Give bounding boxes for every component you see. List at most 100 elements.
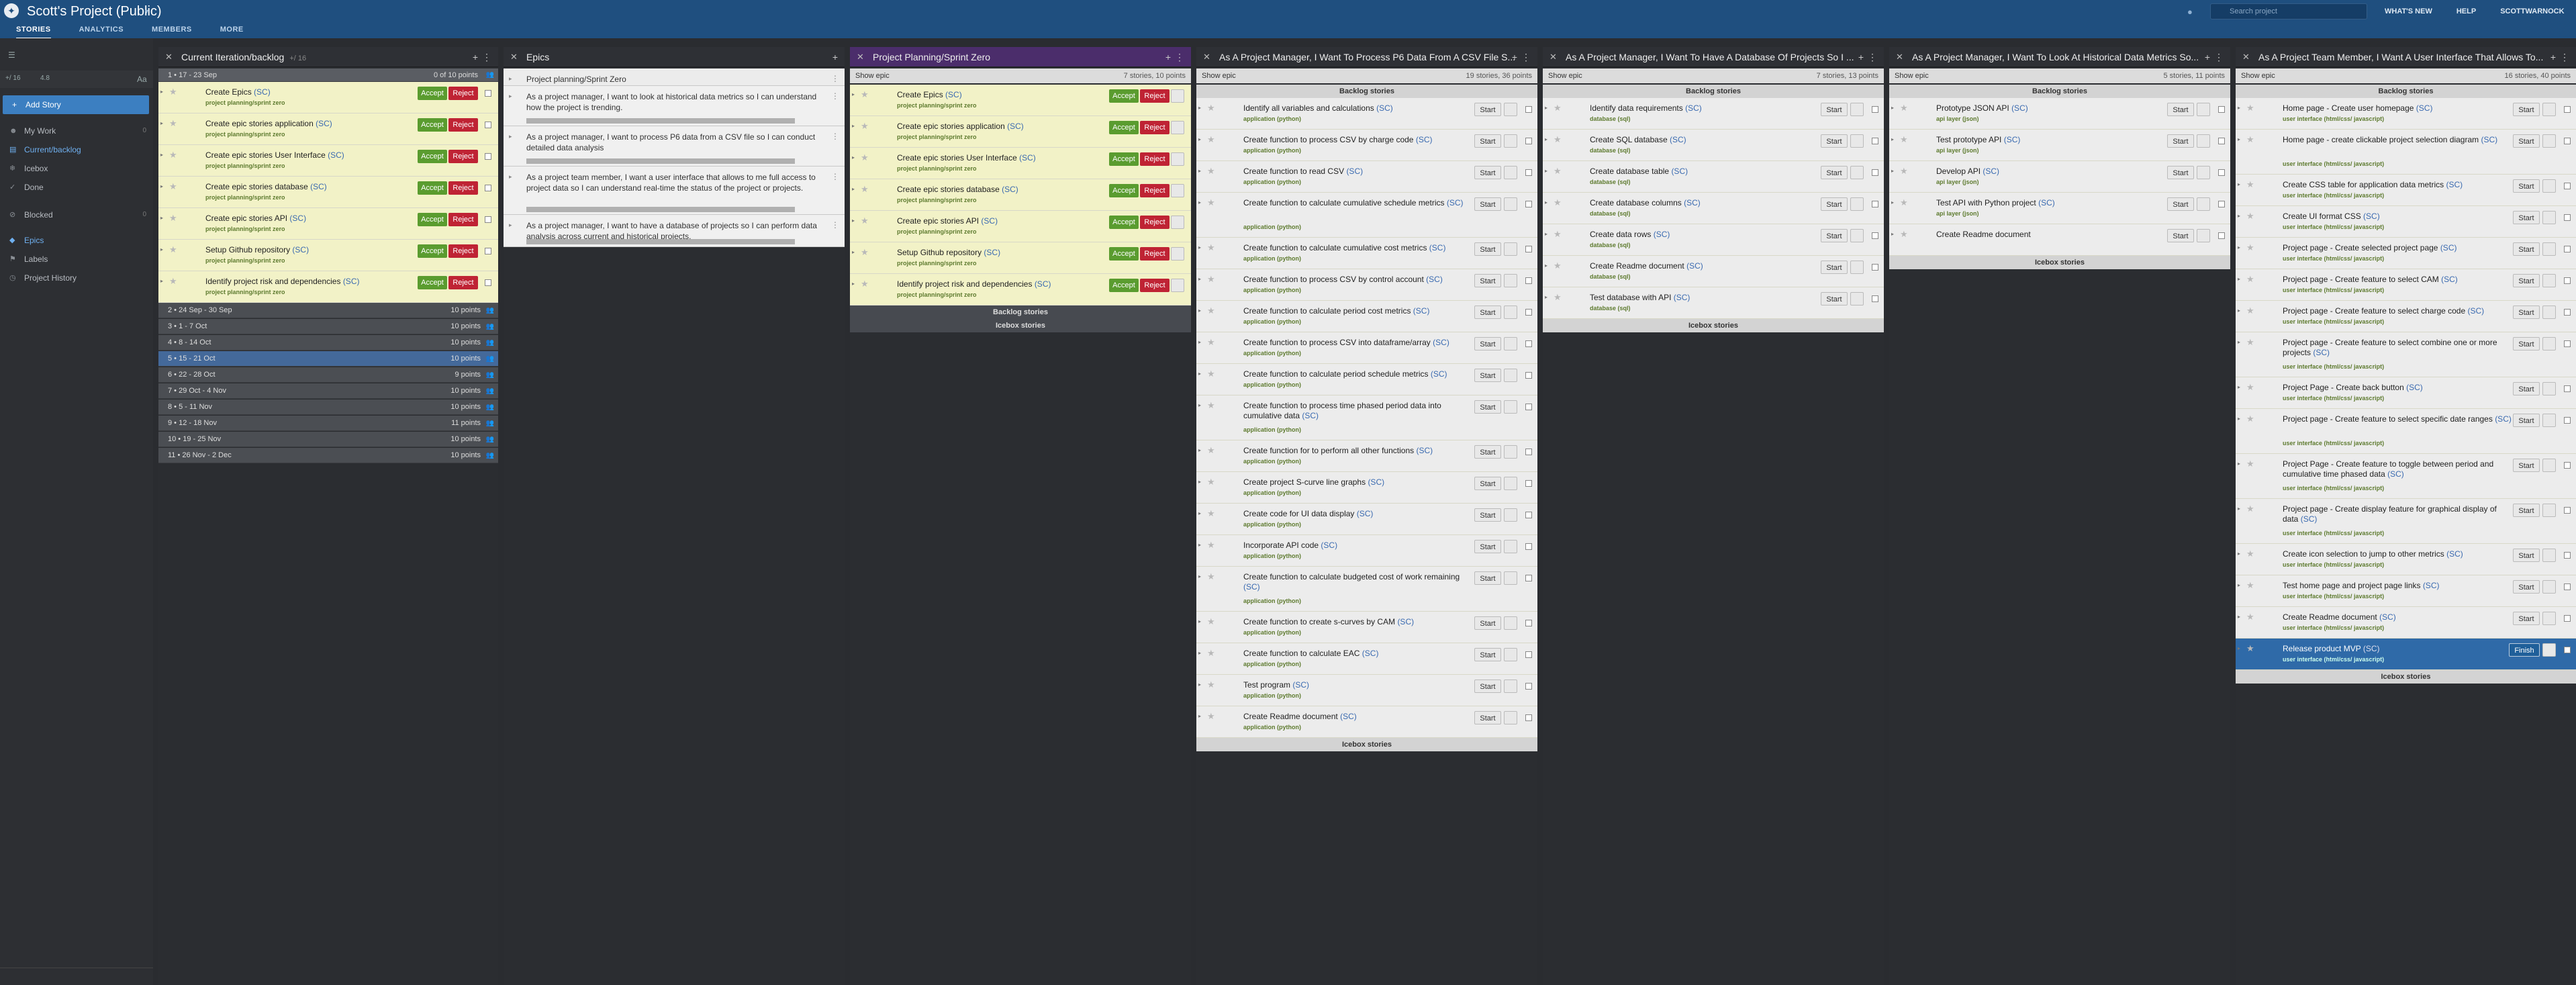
expand-arrow-icon[interactable]: ▸ <box>1198 339 1201 345</box>
story-label[interactable]: api layer (json) <box>1936 147 1979 154</box>
settings-icon[interactable] <box>1504 306 1517 319</box>
select-checkbox[interactable] <box>2218 106 2225 113</box>
story-title[interactable]: Project page - Create selected project p… <box>2283 243 2512 253</box>
expand-arrow-icon[interactable]: ▸ <box>2238 551 2240 557</box>
story-title[interactable]: Create function to process time phased p… <box>1243 401 1474 421</box>
expand-arrow-icon[interactable]: ▸ <box>1198 510 1201 516</box>
expand-arrow-icon[interactable]: ▸ <box>509 75 512 83</box>
notification-icon[interactable]: ● <box>2187 7 2193 17</box>
select-checkbox[interactable] <box>2564 277 2571 284</box>
expand-arrow-icon[interactable]: ▸ <box>1198 136 1201 142</box>
story-label[interactable]: application (python) <box>1243 724 1301 731</box>
story-label[interactable]: database (sql) <box>1590 147 1631 154</box>
story-title[interactable]: Project page - Create feature to select … <box>2283 414 2512 424</box>
story-title[interactable]: Create icon selection to jump to other m… <box>2283 549 2512 559</box>
story-label[interactable]: application (python) <box>1243 629 1301 636</box>
sc-link[interactable]: (SC) <box>981 216 998 226</box>
star-icon[interactable]: ★ <box>1207 648 1215 659</box>
star-icon[interactable]: ★ <box>169 150 177 160</box>
star-icon[interactable]: ★ <box>2246 580 2254 591</box>
settings-icon[interactable] <box>1504 711 1517 724</box>
start-button[interactable]: Start <box>1474 337 1501 350</box>
sidebar-item-project-history[interactable]: ◷ Project History <box>4 271 149 285</box>
reject-button[interactable]: Reject <box>1140 247 1170 261</box>
story-label[interactable]: project planning/sprint zero <box>205 99 285 106</box>
star-icon[interactable]: ★ <box>861 279 869 289</box>
expand-arrow-icon[interactable]: ▸ <box>1198 244 1201 250</box>
reject-button[interactable]: Reject <box>448 276 478 289</box>
sc-link[interactable]: (SC) <box>2468 306 2485 316</box>
select-checkbox[interactable] <box>2564 246 2571 252</box>
close-icon[interactable]: ✕ <box>1203 47 1210 66</box>
settings-icon[interactable] <box>1504 616 1517 630</box>
sc-link[interactable]: (SC) <box>2440 243 2457 252</box>
select-checkbox[interactable] <box>1525 138 1532 144</box>
star-icon[interactable]: ★ <box>2246 549 2254 559</box>
reject-button[interactable]: Reject <box>1140 89 1170 103</box>
story-label[interactable]: application (python) <box>1243 287 1301 293</box>
story-title[interactable]: Create CSS table for application data me… <box>2283 180 2512 190</box>
story-label[interactable]: user interface (html/css/ javascript) <box>2283 485 2384 491</box>
story-label[interactable]: application (python) <box>1243 692 1301 699</box>
start-button[interactable]: Start <box>2513 179 2540 193</box>
finish-button[interactable]: Finish <box>2509 643 2540 657</box>
star-icon[interactable]: ★ <box>2246 211 2254 222</box>
more-icon[interactable]: ⋮ <box>1175 47 1184 66</box>
story-title[interactable]: Create SQL database (SC) <box>1590 135 1820 145</box>
story-label[interactable]: project planning/sprint zero <box>205 131 285 138</box>
sc-link[interactable]: (SC) <box>2379 612 2396 622</box>
story-title[interactable]: Identify data requirements (SC) <box>1590 103 1820 113</box>
story-label[interactable]: application (python) <box>1243 489 1301 496</box>
reject-button[interactable]: Reject <box>1140 121 1170 134</box>
settings-icon[interactable] <box>2542 459 2556 472</box>
story-title[interactable]: Project Page - Create feature to toggle … <box>2283 459 2512 479</box>
settings-icon[interactable] <box>2197 197 2210 211</box>
select-checkbox[interactable] <box>2564 106 2571 113</box>
plus-icon[interactable]: + <box>2205 47 2210 66</box>
start-button[interactable]: Start <box>2513 103 2540 116</box>
star-icon[interactable]: ★ <box>1207 134 1215 145</box>
start-button[interactable]: Start <box>1474 242 1501 256</box>
accept-button[interactable]: Accept <box>1109 121 1139 134</box>
sc-link[interactable]: (SC) <box>1654 230 1670 239</box>
story-label[interactable]: application (python) <box>1243 598 1301 604</box>
expand-arrow-icon[interactable]: ▸ <box>1198 168 1201 174</box>
epic-menu-icon[interactable]: ⋮ <box>831 91 839 101</box>
start-button[interactable]: Start <box>1474 166 1501 179</box>
sc-link[interactable]: (SC) <box>1007 122 1024 131</box>
story-title[interactable]: Identify all variables and calculations … <box>1243 103 1474 113</box>
accept-button[interactable]: Accept <box>1109 184 1139 197</box>
start-button[interactable]: Start <box>1474 508 1501 522</box>
settings-icon[interactable] <box>2542 242 2556 256</box>
star-icon[interactable]: ★ <box>1554 261 1562 271</box>
expand-arrow-icon[interactable]: ▸ <box>2238 582 2240 588</box>
iteration-row[interactable]: 10 • 19 - 25 Nov 10 points 👥 <box>158 432 498 447</box>
select-checkbox[interactable] <box>1525 651 1532 658</box>
start-button[interactable]: Start <box>1474 400 1501 414</box>
expand-arrow-icon[interactable]: ▸ <box>1545 231 1547 237</box>
story-label[interactable]: project planning/sprint zero <box>205 289 285 295</box>
settings-icon[interactable] <box>1504 648 1517 661</box>
epic-row[interactable]: ▸ Project planning/Sprint Zero ⋮ <box>504 68 845 86</box>
reject-button[interactable]: Reject <box>1140 184 1170 197</box>
accept-button[interactable]: Accept <box>1109 216 1139 229</box>
story-card[interactable]: ▸ ★ Create Epics (SC) project planning/spri… <box>158 82 498 113</box>
story-label[interactable]: project planning/sprint zero <box>205 226 285 232</box>
settings-icon[interactable] <box>1850 229 1864 242</box>
story-card[interactable]: ▸ ★ Project page - Create display feature … <box>2236 499 2576 544</box>
story-label[interactable]: project planning/sprint zero <box>897 165 977 172</box>
story-card[interactable]: ▸ ★ Create function to process CSV by cont… <box>1196 269 1537 301</box>
select-checkbox[interactable] <box>1525 277 1532 284</box>
settings-icon[interactable] <box>1504 508 1517 522</box>
epic-row[interactable]: ▸ As a project manager, I want to have a … <box>504 215 845 247</box>
sc-link[interactable]: (SC) <box>1416 135 1433 144</box>
reject-button[interactable]: Reject <box>1140 279 1170 292</box>
sc-link[interactable]: (SC) <box>1670 135 1686 144</box>
story-card[interactable]: ▸ ★ Create epic stories API (SC) project pl… <box>158 208 498 240</box>
sidebar-item-my-work[interactable]: ☻ My Work 0 <box>4 124 149 138</box>
story-card[interactable]: ▸ ★ Create epic stories User Interface (SC… <box>158 145 498 177</box>
settings-icon[interactable] <box>2197 229 2210 242</box>
story-label[interactable]: user interface (html/css/ javascript) <box>2283 530 2384 536</box>
sc-link[interactable]: (SC) <box>2004 135 2021 144</box>
reject-button[interactable]: Reject <box>448 118 478 132</box>
